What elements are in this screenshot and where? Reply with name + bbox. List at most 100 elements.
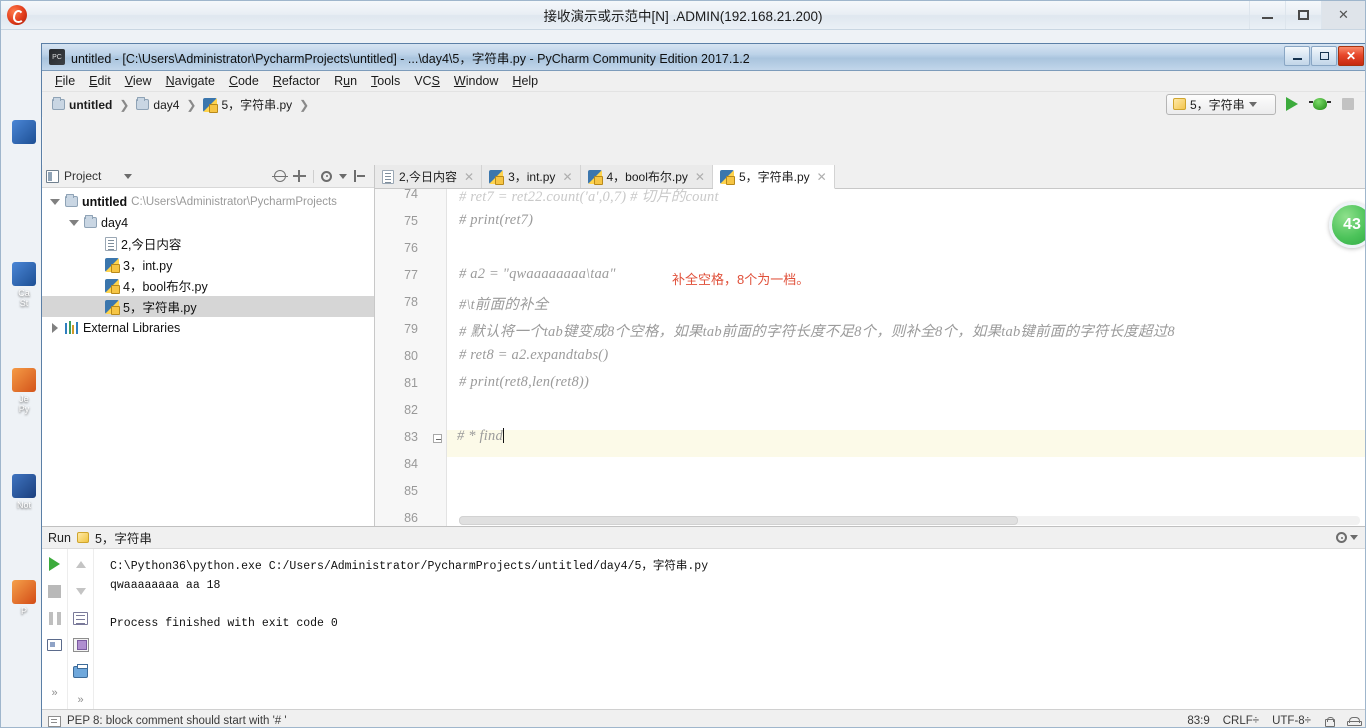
- status-right: 83:9 CRLF÷ UTF-8÷: [1187, 715, 1362, 727]
- pycharm-close-button[interactable]: ✕: [1338, 46, 1364, 66]
- code-line: #\t前面的补全: [459, 297, 549, 313]
- remote-maximize-button[interactable]: [1285, 1, 1321, 29]
- close-icon[interactable]: ✕: [817, 170, 827, 184]
- remote-minimize-button[interactable]: [1249, 1, 1285, 29]
- inspection-icon[interactable]: [48, 715, 61, 727]
- desktop-icon[interactable]: Not: [7, 474, 41, 510]
- select-window-button[interactable]: [71, 636, 91, 654]
- stop-process-button[interactable]: [45, 582, 65, 600]
- project-window-icon: [46, 169, 59, 183]
- tree-item-string-py[interactable]: 5，字符串.py: [42, 296, 374, 317]
- chevron-down-icon[interactable]: [339, 173, 347, 179]
- menu-item-refactor[interactable]: Refactor: [266, 72, 327, 90]
- console-view-button[interactable]: [45, 636, 65, 654]
- menu-item-vcs[interactable]: VCS: [407, 72, 447, 90]
- editor-tab-bool-py[interactable]: 4，bool布尔.py ✕: [580, 165, 713, 188]
- breadcrumb-untitled[interactable]: untitled: [48, 97, 116, 113]
- pause-output-button[interactable]: [45, 609, 65, 627]
- print-button[interactable]: [71, 663, 91, 681]
- console-line: C:\Python36\python.exe C:/Users/Administ…: [110, 560, 709, 573]
- menu-item-view[interactable]: View: [118, 72, 159, 90]
- chevron-down-icon: [1248, 101, 1257, 107]
- expand-all-icon[interactable]: [293, 170, 306, 182]
- hide-window-icon[interactable]: [354, 170, 366, 182]
- editor-tab-string-py[interactable]: 5，字符串.py ✕: [712, 165, 835, 189]
- line-separator[interactable]: CRLF÷: [1223, 715, 1259, 727]
- menu-item-navigate[interactable]: Navigate: [159, 72, 222, 90]
- event-log-icon[interactable]: [1347, 716, 1362, 726]
- stop-button[interactable]: [1336, 93, 1360, 115]
- debug-button[interactable]: [1308, 93, 1332, 115]
- pycharm-minimize-button[interactable]: [1284, 46, 1310, 66]
- chevron-down-icon[interactable]: [124, 173, 133, 179]
- menu-item-file[interactable]: File: [48, 72, 82, 90]
- tree-item-today-content[interactable]: 2,今日内容: [42, 233, 374, 254]
- scrollbar-thumb[interactable]: [459, 516, 1018, 525]
- line-number: 81: [404, 376, 418, 390]
- desktop-icon[interactable]: Je Py: [7, 368, 41, 414]
- settings-gear-icon[interactable]: [321, 170, 332, 182]
- tree-item-bool-py[interactable]: 4，bool布尔.py: [42, 275, 374, 296]
- console-line: qwaaaaaaaa aa 18: [110, 579, 221, 592]
- menu-item-tools[interactable]: Tools: [364, 72, 407, 90]
- pycharm-maximize-button[interactable]: [1311, 46, 1337, 66]
- expand-toolbar-icon[interactable]: »: [77, 694, 83, 706]
- scroll-down-icon: [75, 587, 86, 595]
- tree-twisty[interactable]: [67, 219, 80, 226]
- desktop-icon[interactable]: [7, 120, 41, 146]
- editor-tab-int-py[interactable]: 3，int.py ✕: [482, 165, 581, 188]
- menu-item-window[interactable]: Window: [447, 72, 505, 90]
- project-tool-window: Project untitled C:\Users\Administrator\…: [42, 165, 375, 526]
- lock-icon[interactable]: [1324, 716, 1335, 727]
- desktop-icon[interactable]: Ca St: [7, 262, 41, 308]
- run-tool-window: Run 5，字符串 » » C:\Python36\python.exe C:/…: [42, 526, 1365, 709]
- editor-area: 2,今日内容 ✕ 3，int.py ✕ 4，bool布尔.py ✕ 5，字符串.…: [375, 165, 1365, 526]
- close-icon[interactable]: ✕: [464, 170, 474, 184]
- pycharm-window-title: untitled - [C:\Users\Administrator\Pycha…: [71, 51, 750, 66]
- expand-toolbar-icon[interactable]: »: [51, 687, 57, 699]
- project-panel-tools: [272, 169, 370, 183]
- tree-item-day4[interactable]: day4: [42, 212, 374, 233]
- collapse-all-icon[interactable]: [272, 170, 288, 182]
- run-button[interactable]: [1280, 93, 1304, 115]
- code-fold-toggle[interactable]: [433, 434, 442, 443]
- tree-item-external-libraries[interactable]: External Libraries: [42, 317, 374, 338]
- scroll-up-button[interactable]: [71, 555, 91, 573]
- settings-gear-icon[interactable]: [1336, 532, 1347, 543]
- run-config-icon: [1173, 98, 1186, 110]
- caret-position[interactable]: 83:9: [1187, 715, 1209, 727]
- encoding[interactable]: UTF-8÷: [1272, 715, 1311, 727]
- run-configuration-selector[interactable]: 5，字符串: [1166, 93, 1276, 115]
- run-console-output[interactable]: C:\Python36\python.exe C:/Users/Administ…: [94, 549, 1365, 709]
- desktop-icon[interactable]: P: [7, 580, 41, 616]
- python-file-icon: [489, 169, 505, 185]
- menu-item-run[interactable]: Run: [327, 72, 364, 90]
- remote-close-button[interactable]: ✕: [1321, 1, 1365, 29]
- close-icon[interactable]: ✕: [562, 170, 572, 184]
- tree-item-untitled[interactable]: untitled C:\Users\Administrator\PycharmP…: [42, 191, 374, 212]
- tree-item-int-py[interactable]: 3，int.py: [42, 254, 374, 275]
- menu-item-help[interactable]: Help: [505, 72, 545, 90]
- breadcrumb-file[interactable]: 5，字符串.py: [199, 95, 296, 114]
- scroll-down-button[interactable]: [71, 582, 91, 600]
- line-number: 75: [404, 214, 418, 228]
- menu-item-code[interactable]: Code: [222, 72, 266, 90]
- tree-twisty[interactable]: [48, 198, 61, 205]
- breadcrumb-separator: ❯: [119, 97, 130, 112]
- editor-horizontal-scrollbar[interactable]: [459, 516, 1360, 525]
- run-toolbar: 5，字符串: [1166, 93, 1360, 115]
- chevron-down-icon[interactable]: [1350, 535, 1358, 540]
- close-icon[interactable]: ✕: [695, 170, 705, 184]
- tree-twisty[interactable]: [48, 322, 61, 333]
- code-text[interactable]: # ret7 = ret22.count('a',0,7) # 切片的count…: [447, 189, 1365, 526]
- pycharm-window: untitled - [C:\Users\Administrator\Pycha…: [41, 43, 1365, 727]
- run-panel-settings[interactable]: [1336, 532, 1358, 543]
- rerun-button[interactable]: [45, 555, 65, 573]
- editor-gutter[interactable]: 74 75 76 77 78 79 80 81 82 83 84 85 86: [375, 189, 447, 526]
- breadcrumb-label: untitled: [69, 97, 113, 112]
- editor-viewport[interactable]: 74 75 76 77 78 79 80 81 82 83 84 85 86 #…: [375, 189, 1365, 526]
- soft-wrap-button[interactable]: [71, 609, 91, 627]
- editor-tab-today-content[interactable]: 2,今日内容 ✕: [375, 165, 483, 188]
- menu-item-edit[interactable]: Edit: [82, 72, 118, 90]
- breadcrumb-day4[interactable]: day4: [132, 97, 183, 113]
